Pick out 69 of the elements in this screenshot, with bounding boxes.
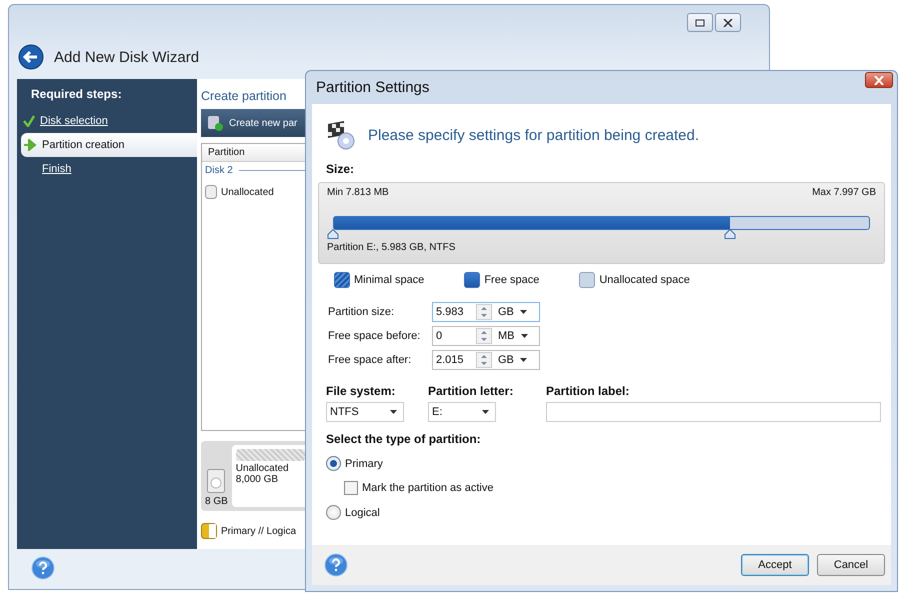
legend-label: Free space [484,274,540,286]
caret-icon [482,410,489,414]
disk-group-label: Disk 2 [205,165,233,176]
field-label: Partition size: [328,306,396,318]
restore-icon [695,18,705,26]
file-system-dropdown[interactable]: NTFS [326,402,404,422]
radio-button[interactable] [326,505,341,520]
caret-icon[interactable] [520,358,527,362]
volume-name: Unallocated [236,463,290,474]
drive-letter-dropdown[interactable]: E: [428,402,496,422]
dialog-button[interactable]: Accept [741,554,809,576]
step-link[interactable]: Finish [17,157,197,181]
close-button[interactable] [865,72,893,88]
label-input-field[interactable] [546,402,881,422]
size-label: Size: [326,162,356,176]
legend-label: Unallocated space [599,274,690,286]
legend-swatch [334,272,350,288]
disk-size: 8 GB [205,496,228,507]
active-checkbox[interactable]: Mark the partition as active [344,481,881,495]
field-label: Partition label: [546,384,630,398]
legend-swatch [464,272,480,288]
volume-capacity: 8,000 GB [236,474,280,485]
close-icon [874,76,884,84]
field-label: File system: [326,384,396,398]
close-icon [723,18,733,26]
partition-caption: Partition E:, 5.983 GB, NTFS [327,242,456,253]
type-heading: Select the type of partition: [326,432,482,446]
end-handle[interactable] [724,229,736,239]
dialog-title: Partition Settings [316,79,430,96]
partition-type-radio[interactable]: Logical [326,505,881,520]
unallocated-bar [236,449,305,461]
field-label: Free space after: [328,354,412,366]
sidebar-heading: Required steps: [31,87,122,101]
radio-button[interactable] [326,456,341,471]
table-row[interactable]: Unallocated [202,179,312,205]
flag-gear-icon [326,120,356,150]
legend-text: Primary // Logica [221,526,296,536]
size-spinner[interactable]: 5.983 GB [432,302,540,322]
spin-arrows-icon[interactable] [476,352,492,368]
min-size: Min 7.813 MB [327,187,389,198]
section-heading: Create partition [201,89,288,103]
spin-arrows-icon[interactable] [476,328,492,344]
dialog-button[interactable]: Cancel [817,554,885,576]
close-button[interactable] [715,13,741,32]
caret-icon [390,410,397,414]
partition-legend-icon [201,523,217,539]
caret-icon[interactable] [520,334,528,338]
size-spinner[interactable]: 2.015 GB [432,350,540,370]
caret-icon[interactable] [520,310,527,314]
partition-type-radio[interactable]: Primary [326,456,881,471]
disk-plus-icon [207,115,223,131]
field-label: Partition letter: [428,384,514,398]
restore-button[interactable] [687,13,713,32]
intro-text: Please specify settings for partition being created. [368,126,700,144]
size-spinner[interactable]: 0 MB [432,326,540,346]
arrow-icon [23,139,37,151]
checkbox[interactable] [344,481,358,495]
legend-label: Minimal space [354,274,424,286]
help-icon[interactable] [324,553,348,577]
field-label: Free space before: [328,330,422,342]
max-size: Max 7.997 GB [812,187,876,198]
checkmark-icon [23,115,35,127]
start-handle[interactable] [327,229,339,239]
spin-arrows-icon[interactable] [476,304,492,320]
window-title: Add New Disk Wizard [54,48,200,66]
legend-swatch [579,272,596,288]
step-link[interactable]: Partition creation [21,133,197,157]
help-icon[interactable] [31,556,55,580]
step-link[interactable]: Disk selection [17,109,197,133]
